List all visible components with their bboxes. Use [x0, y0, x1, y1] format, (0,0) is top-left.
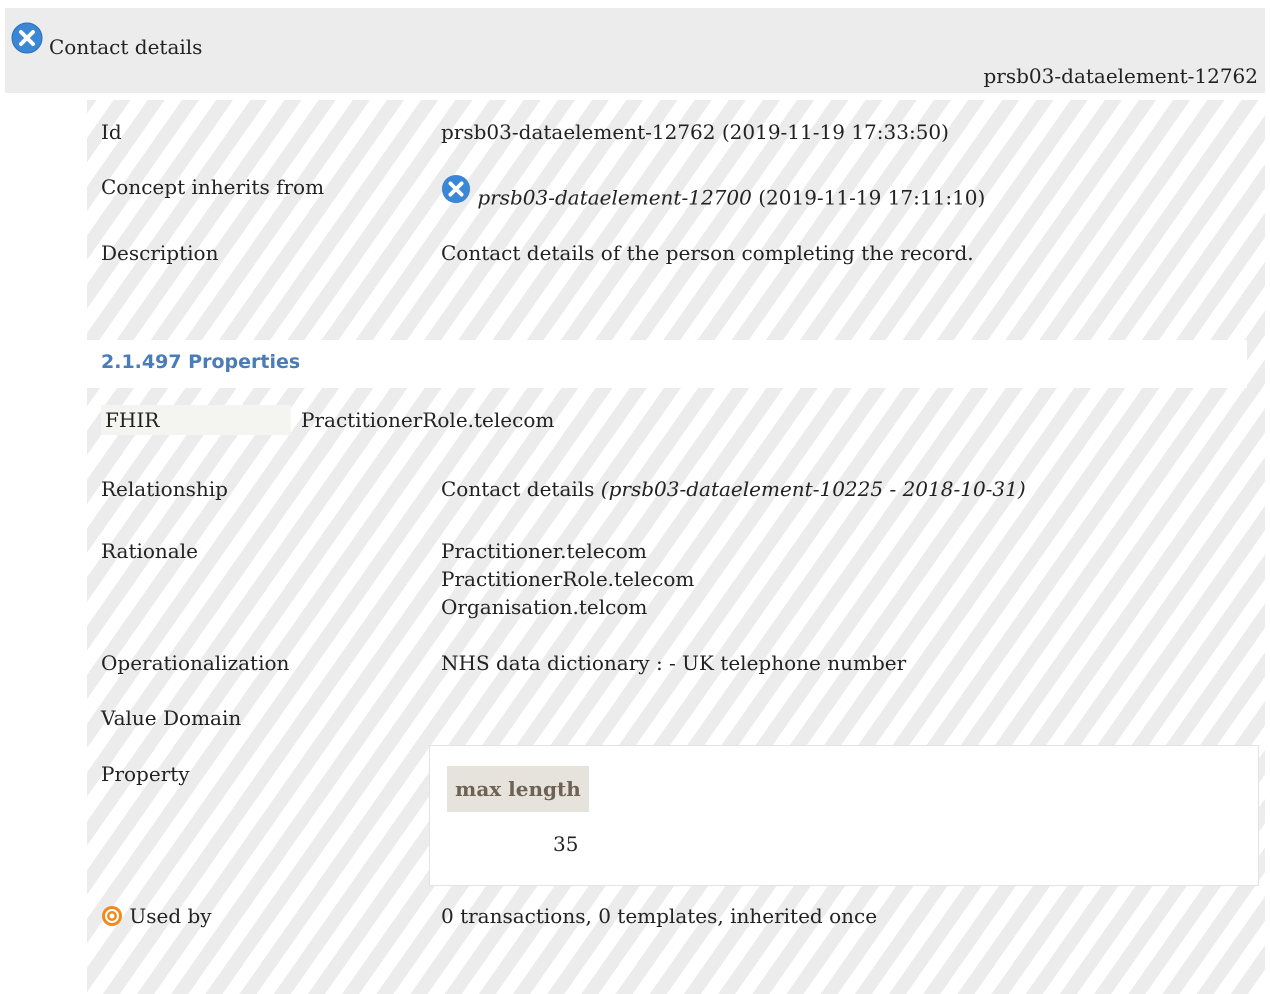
concept-title: Contact details — [49, 35, 203, 59]
properties-heading: 2.1.497 Properties — [101, 351, 301, 373]
property-label: Property — [101, 762, 190, 786]
rationale-line-1: Practitioner.telecom — [441, 539, 647, 563]
relationship-ref: (prsb03-dataelement-10225 - 2018-10-31) — [600, 477, 1026, 501]
inherits-value: prsb03-dataelement-12700 (2019-11-19 17:… — [441, 174, 986, 214]
inherits-date: (2019-11-19 17:11:10) — [758, 185, 986, 210]
fhir-label: FHIR — [101, 405, 291, 435]
rationale-line-3: Organisation.telcom — [441, 595, 648, 619]
properties-heading-bar: 2.1.497 Properties — [87, 340, 1247, 388]
relationship-label: Relationship — [101, 477, 228, 501]
operationalization-label: Operationalization — [101, 651, 290, 675]
fhir-value: PractitionerRole.telecom — [301, 408, 555, 432]
close-circle-icon[interactable] — [441, 174, 477, 204]
description-value: Contact details of the person completing… — [441, 241, 974, 265]
inherits-label: Concept inherits from — [101, 175, 325, 199]
operationalization-value: NHS data dictionary : - UK telephone num… — [441, 651, 907, 675]
property-box: max length 35 — [429, 745, 1259, 886]
property-key: max length — [447, 766, 589, 812]
concept-id: prsb03-dataelement-12762 — [983, 64, 1259, 88]
property-value: 35 — [553, 832, 579, 856]
close-circle-icon[interactable] — [11, 22, 43, 54]
rationale-label: Rationale — [101, 539, 198, 563]
used-by-value: 0 transactions, 0 templates, inherited o… — [441, 904, 878, 928]
id-label: Id — [101, 120, 122, 144]
used-by-label-row: Used by — [101, 903, 212, 929]
id-value: prsb03-dataelement-12762 (2019-11-19 17:… — [441, 120, 949, 144]
used-by-label: Used by — [129, 904, 212, 928]
concept-header: Contact details prsb03-dataelement-12762 — [5, 8, 1265, 93]
rationale-line-2: PractitionerRole.telecom — [441, 567, 695, 591]
target-icon — [101, 904, 129, 928]
concept-detail-panel: Id prsb03-dataelement-12762 (2019-11-19 … — [87, 100, 1265, 994]
relationship-value: Contact details (prsb03-dataelement-1022… — [441, 476, 1026, 502]
description-label: Description — [101, 241, 219, 265]
inherits-link[interactable]: prsb03-dataelement-12700 — [477, 186, 752, 210]
relationship-name: Contact details — [441, 477, 595, 501]
value-domain-label: Value Domain — [101, 706, 242, 730]
